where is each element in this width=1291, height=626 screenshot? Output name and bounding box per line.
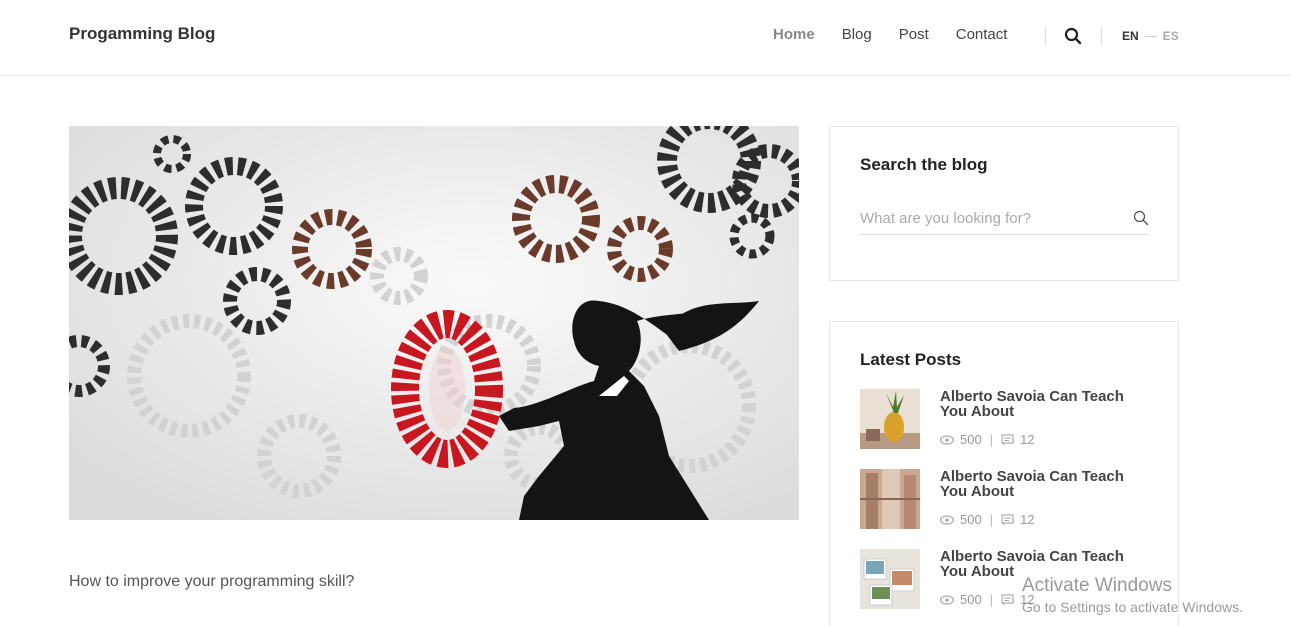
latest-post-item[interactable]: Alberto Savoia Can Teach You About 500 |… <box>860 389 1160 451</box>
site-header: Progamming Blog Home Blog Post Contact E… <box>0 0 1291 76</box>
comment-icon <box>1001 513 1014 525</box>
post-meta: 500 | 12 <box>940 512 1035 527</box>
post-meta: 500 | 12 <box>940 432 1035 447</box>
activation-watermark: Activate Windows Go to Settings to activ… <box>1022 575 1243 615</box>
brand-logo[interactable]: Progamming Blog <box>69 24 215 44</box>
watermark-title: Activate Windows <box>1022 575 1172 596</box>
nav-post[interactable]: Post <box>899 26 929 43</box>
watermark-subtitle: Go to Settings to activate Windows. <box>1022 599 1243 615</box>
nav-contact[interactable]: Contact <box>956 26 1008 43</box>
nav-blog[interactable]: Blog <box>842 26 872 43</box>
latest-post-title[interactable]: Alberto Savoia Can Teach You About <box>940 469 1155 499</box>
nav-home[interactable]: Home <box>773 26 815 43</box>
view-count: 500 <box>960 592 982 607</box>
hero-image[interactable] <box>69 126 799 520</box>
meta-separator: | <box>989 432 994 447</box>
search-icon[interactable] <box>1133 210 1149 226</box>
meta-separator: | <box>989 592 994 607</box>
search-field <box>860 205 1149 235</box>
eye-icon <box>940 514 954 525</box>
widget-title-latest: Latest Posts <box>860 350 962 369</box>
pineapple-photo-icon[interactable] <box>860 389 920 449</box>
lang-en[interactable]: EN <box>1122 29 1139 43</box>
lang-divider <box>1144 35 1157 37</box>
post-meta: 500 | 12 <box>940 592 1035 607</box>
search-widget: Search the blog <box>829 126 1179 281</box>
widget-title-search: Search the blog <box>860 155 988 174</box>
post-title[interactable]: How to improve your programming skill? <box>69 573 354 591</box>
search-input[interactable] <box>860 205 1120 231</box>
gears-illustration-icon <box>69 126 799 520</box>
eye-icon <box>940 594 954 605</box>
search-icon[interactable] <box>1064 27 1082 45</box>
lang-es[interactable]: ES <box>1163 29 1179 43</box>
latest-post-title[interactable]: Alberto Savoia Can Teach You About <box>940 389 1155 419</box>
main-nav: Home Blog Post Contact <box>773 26 1034 43</box>
nav-divider <box>1101 26 1102 46</box>
comment-icon <box>1001 433 1014 445</box>
comment-count: 12 <box>1020 512 1035 527</box>
latest-post-item[interactable]: Alberto Savoia Can Teach You About 500 |… <box>860 469 1160 531</box>
language-switcher: EN ES <box>1122 29 1179 43</box>
comment-count: 12 <box>1020 432 1035 447</box>
view-count: 500 <box>960 432 982 447</box>
view-count: 500 <box>960 512 982 527</box>
comment-icon <box>1001 593 1014 605</box>
wood-door-photo-icon[interactable] <box>860 469 920 529</box>
meta-separator: | <box>989 512 994 527</box>
nav-divider <box>1045 26 1046 46</box>
polaroids-photo-icon[interactable] <box>860 549 920 609</box>
eye-icon <box>940 434 954 445</box>
